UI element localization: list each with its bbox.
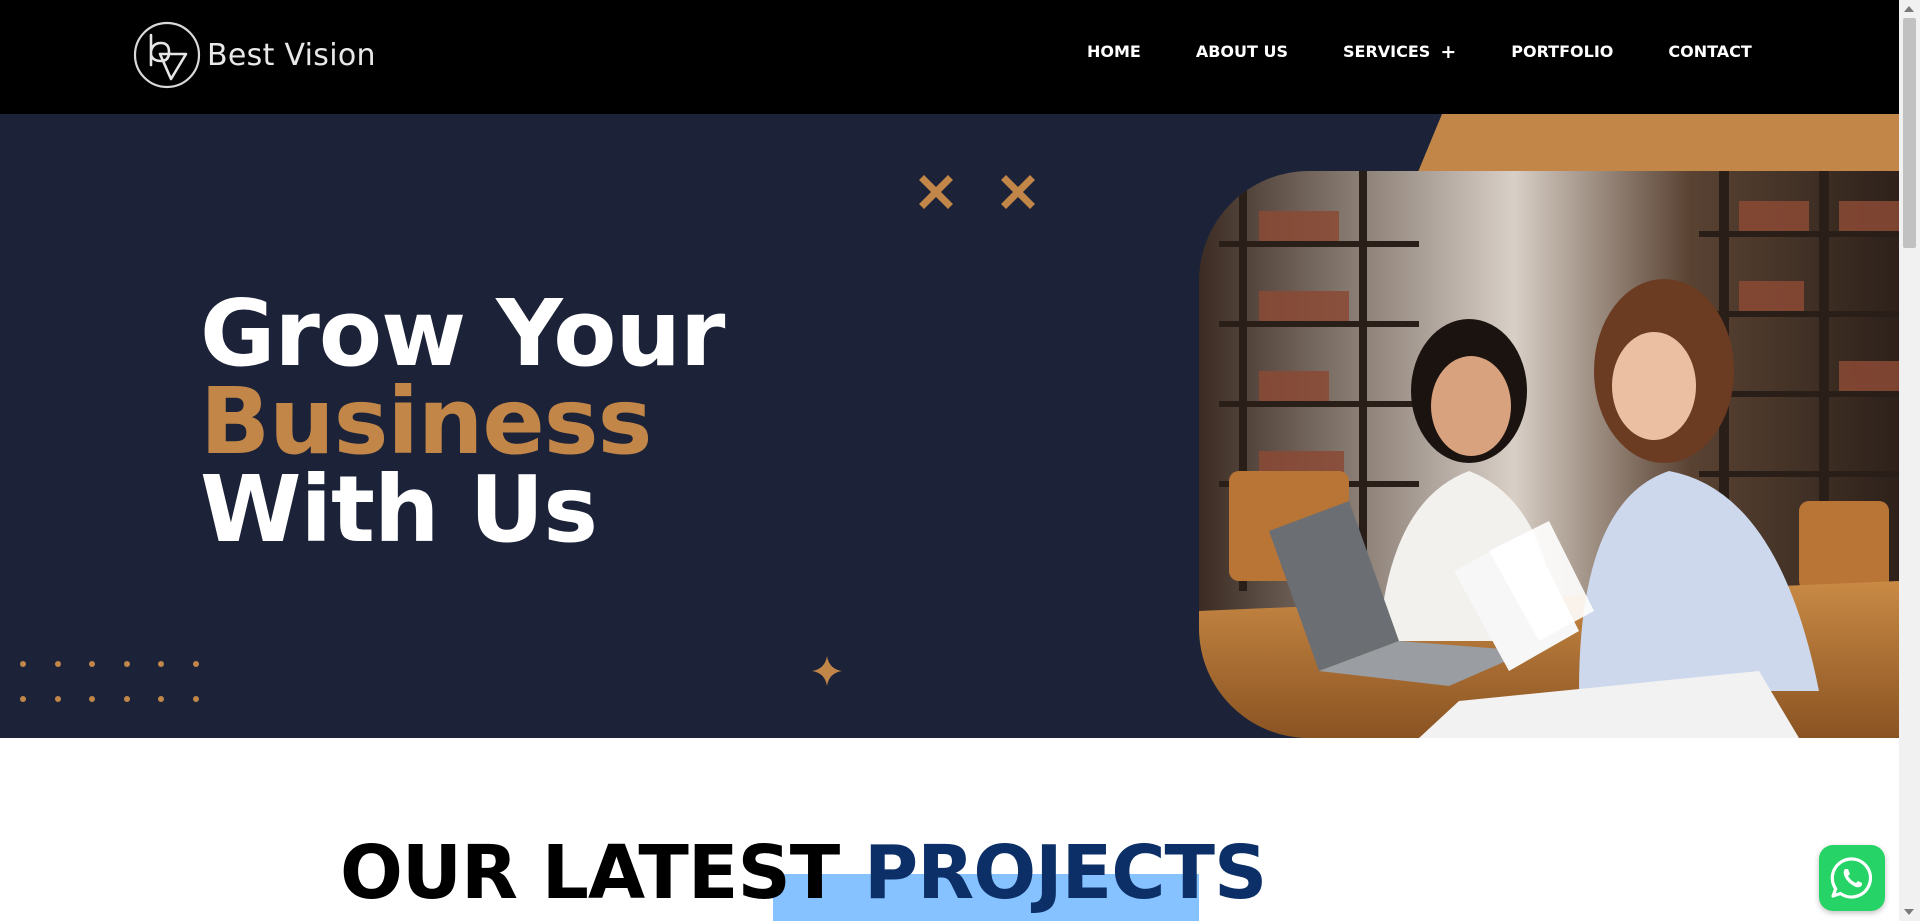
scroll-up-arrow-icon[interactable]	[1904, 6, 1914, 12]
photo-accent-shape	[1418, 114, 1899, 172]
sparkle-icon	[812, 656, 842, 686]
whatsapp-icon	[1830, 857, 1873, 899]
brand-name: Best Vision	[207, 37, 376, 73]
page-scrollbar[interactable]	[1899, 0, 1920, 921]
hero-line-1: Grow Your	[200, 280, 725, 387]
nav-about-us[interactable]: ABOUT US	[1196, 42, 1288, 61]
bv-logo-icon	[133, 21, 201, 89]
nav-contact[interactable]: CONTACT	[1668, 42, 1751, 61]
heading-part-2: PROJECTS	[863, 830, 1267, 916]
dot-grid-decoration	[20, 661, 199, 702]
site-header: Best Vision HOME ABOUT US SERVICES + POR…	[0, 0, 1899, 114]
cross-decoration-icon	[919, 175, 953, 209]
hero-heading: Grow Your Business With Us	[200, 280, 725, 563]
plus-icon[interactable]: +	[1440, 42, 1456, 61]
nav-portfolio[interactable]: PORTFOLIO	[1511, 42, 1613, 61]
heading-part-1: OUR LATEST	[340, 830, 864, 916]
scroll-down-arrow-icon[interactable]	[1904, 909, 1914, 915]
latest-projects-heading: OUR LATEST PROJECTS	[340, 830, 1267, 916]
nav-home[interactable]: HOME	[1087, 42, 1141, 61]
nav-services-label: SERVICES	[1343, 42, 1431, 61]
whatsapp-button[interactable]	[1819, 845, 1885, 911]
scrollbar-thumb[interactable]	[1903, 18, 1916, 248]
main-nav: HOME ABOUT US SERVICES + PORTFOLIO CONTA…	[1087, 42, 1752, 61]
site-logo[interactable]: Best Vision	[133, 21, 376, 89]
two-women-reviewing-documents-photo-icon	[1199, 171, 1899, 738]
hero-line-3: With Us	[200, 456, 598, 563]
hero-line-2: Business	[200, 368, 652, 475]
hero-photo	[1199, 171, 1899, 738]
cross-decoration-icon	[1001, 175, 1035, 209]
nav-services[interactable]: SERVICES +	[1343, 42, 1456, 61]
hero-section: Grow Your Business With Us	[0, 114, 1899, 738]
